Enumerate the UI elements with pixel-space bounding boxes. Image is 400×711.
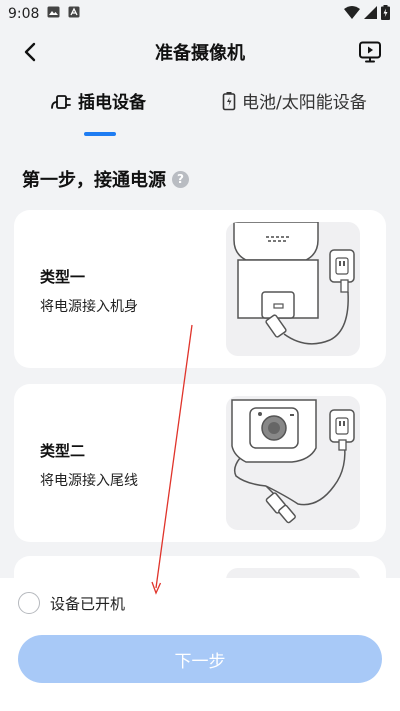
checkbox-label: 设备已开机: [50, 594, 126, 613]
back-button[interactable]: [16, 38, 44, 66]
status-right: [344, 4, 390, 24]
signal-icon: [364, 5, 377, 23]
status-bar: 9:08: [0, 0, 400, 28]
bottom-action-panel: 设备已开机 下一步: [0, 578, 400, 711]
step-title: 第一步，接通电源 ?: [22, 166, 189, 192]
next-step-button[interactable]: 下一步: [18, 635, 382, 683]
battery-charging-icon: [381, 4, 390, 24]
device-type-tabs: 插电设备 电池/太阳能设备: [0, 88, 400, 138]
app-header: 准备摄像机: [0, 32, 400, 72]
app-notification-icon: [68, 6, 80, 22]
card-type-title: 类型一: [40, 268, 86, 286]
status-time: 9:08: [8, 6, 40, 22]
video-guide-button[interactable]: [356, 38, 384, 66]
back-arrow-icon: [24, 42, 36, 62]
active-tab-indicator: [84, 132, 116, 136]
page-title: 准备摄像机: [155, 43, 245, 64]
status-left: 9:08: [8, 6, 80, 22]
tab-plug-in-label: 插电设备: [78, 93, 146, 113]
wifi-icon: [344, 5, 360, 23]
step-title-text: 第一步，接通电源: [22, 170, 166, 191]
camera-body-power-illustration: [226, 222, 360, 356]
battery-icon: [222, 91, 236, 110]
power-type-card-2: 类型二 将电源接入尾线: [14, 384, 386, 542]
card-type-desc: 将电源接入机身: [40, 299, 138, 315]
power-type-card-1: 类型一 将电源接入机身: [14, 210, 386, 368]
video-play-icon: [359, 41, 381, 63]
camera-tail-cable-illustration: [226, 396, 360, 530]
gallery-notification-icon: [47, 6, 60, 22]
card-type-desc: 将电源接入尾线: [40, 473, 138, 489]
radio-circle[interactable]: [18, 592, 40, 614]
plug-icon: [51, 94, 71, 109]
tab-battery-solar-device[interactable]: 电池/太阳能设备: [222, 88, 367, 113]
tab-plug-in-device[interactable]: 插电设备: [50, 88, 146, 113]
help-icon[interactable]: ?: [172, 170, 189, 188]
tab-battery-label: 电池/太阳能设备: [242, 93, 367, 113]
device-powered-on-checkbox[interactable]: 设备已开机: [18, 592, 125, 614]
card-type-title: 类型二: [40, 442, 86, 460]
